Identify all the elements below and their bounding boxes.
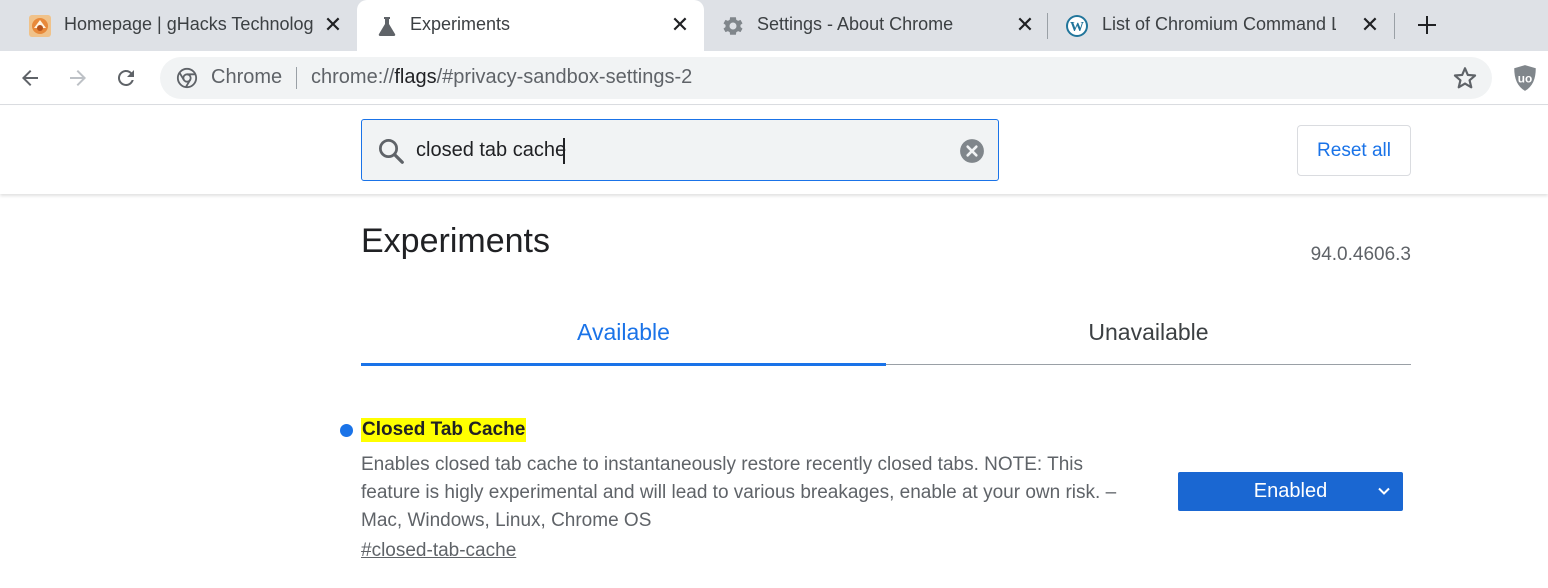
reset-all-button[interactable]: Reset all xyxy=(1297,125,1411,176)
search-input[interactable] xyxy=(416,139,936,162)
tab-settings[interactable]: Settings - About Chrome ✕ xyxy=(705,0,1045,51)
close-icon[interactable]: ✕ xyxy=(669,14,691,36)
close-icon[interactable]: ✕ xyxy=(322,14,344,36)
tab-ghacks[interactable]: Homepage | gHacks Technolog ✕ xyxy=(16,0,356,51)
experiment-description-text: Enables closed tab cache to instantaneou… xyxy=(361,454,1101,503)
selected-tab-indicator xyxy=(361,363,886,366)
url-host: flags xyxy=(394,66,437,88)
tab-strip: Homepage | gHacks Technolog ✕ Experiment… xyxy=(0,0,1548,51)
wordpress-icon: W xyxy=(1066,15,1088,37)
reload-button[interactable] xyxy=(110,62,142,94)
flag-tabs: Available Unavailable xyxy=(361,300,1411,366)
gear-icon xyxy=(723,17,743,35)
plus-icon[interactable] xyxy=(1415,13,1439,37)
forward-button[interactable] xyxy=(62,62,94,94)
experiment-description: Enables closed tab cache to instantaneou… xyxy=(361,451,1141,535)
search-box[interactable] xyxy=(361,119,999,181)
reload-icon xyxy=(117,69,134,86)
clear-search-icon[interactable] xyxy=(959,138,985,164)
experiment-name: Closed Tab Cache xyxy=(361,418,527,442)
search-icon xyxy=(379,139,404,164)
arrow-left-icon xyxy=(22,70,38,86)
chevron-down-icon xyxy=(1378,487,1390,495)
ublock-origin-icon[interactable]: uo xyxy=(1512,64,1538,92)
omnibox-label: Chrome xyxy=(211,66,283,88)
url-scheme: chrome:// xyxy=(311,66,395,88)
experiment-state-value: Enabled xyxy=(1253,480,1328,502)
experiment-state-select[interactable]: Enabled xyxy=(1178,472,1403,511)
svg-text:uo: uo xyxy=(1518,71,1532,85)
experiment-permalink[interactable]: #closed-tab-cache xyxy=(361,540,516,562)
back-button[interactable] xyxy=(14,62,46,94)
tab-unavailable[interactable]: Unavailable xyxy=(886,300,1411,364)
ghacks-favicon-icon xyxy=(29,15,51,37)
flask-icon xyxy=(378,17,396,36)
modified-indicator-dot xyxy=(340,424,353,437)
tab-separator xyxy=(1394,13,1395,39)
browser-toolbar: Chrome chrome://flags/#privacy-sandbox-s… xyxy=(0,51,1548,105)
tab-title: Settings - About Chrome xyxy=(757,14,954,34)
url-path: /#privacy-sandbox-settings-2 xyxy=(436,66,693,88)
close-icon[interactable]: ✕ xyxy=(1014,14,1036,36)
tab-title: Experiments xyxy=(410,14,511,34)
address-bar[interactable]: Chrome chrome://flags/#privacy-sandbox-s… xyxy=(160,57,1492,99)
arrow-right-icon xyxy=(70,70,86,86)
version-number: 94.0.4606.3 xyxy=(1310,244,1411,265)
tab-separator xyxy=(1047,13,1048,39)
tab-title: List of Chromium Command Lin xyxy=(1102,14,1336,34)
svg-text:W: W xyxy=(1070,20,1084,35)
close-icon[interactable]: ✕ xyxy=(1359,14,1381,36)
tab-title: Homepage | gHacks Technolog xyxy=(64,14,314,34)
tab-available[interactable]: Available xyxy=(361,300,886,364)
bookmark-star-icon[interactable] xyxy=(1452,65,1478,91)
url-text: chrome://flags/#privacy-sandbox-settings… xyxy=(311,66,692,89)
text-cursor xyxy=(563,138,565,164)
tab-experiments[interactable]: Experiments ✕ xyxy=(357,0,704,51)
chrome-icon xyxy=(176,67,198,89)
omnibox-divider xyxy=(296,67,297,89)
flags-header: Reset all xyxy=(0,106,1548,194)
tab-chromium-command-list[interactable]: W List of Chromium Command Lin ✕ xyxy=(1050,0,1390,51)
page-title: Experiments xyxy=(361,222,550,260)
